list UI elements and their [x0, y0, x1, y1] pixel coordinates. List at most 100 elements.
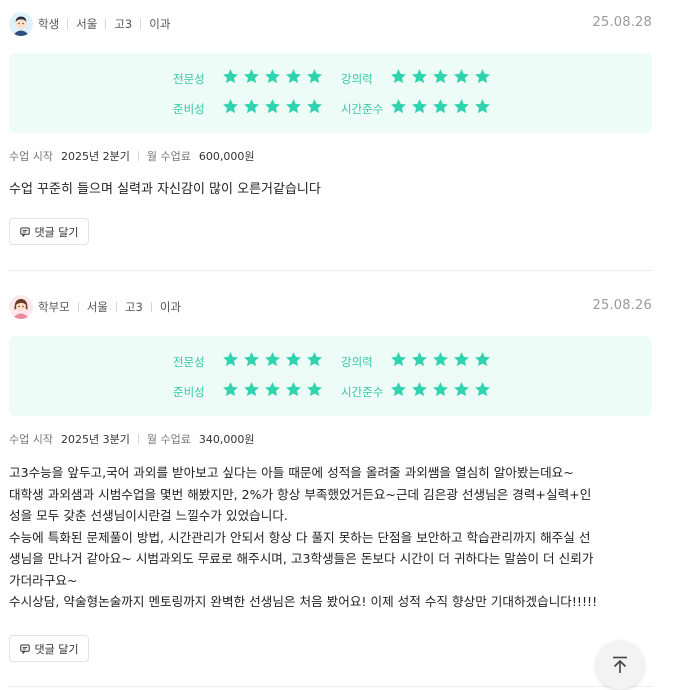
review-line: 대학생 과외샘과 시범수업을 몇번 해봤지만, 2%가 항상 부족했었거든요~근…	[9, 486, 592, 502]
star-icon	[433, 382, 448, 397]
reply-button[interactable]: 댓글 달기	[9, 635, 89, 662]
start-value: 2025년 3분기	[60, 433, 130, 446]
star-icon	[307, 382, 322, 397]
review-line: 고3수능을 앞두고,국어 과외를 받아보고 싶다는 아들 때문에 성적을 올려줄…	[9, 465, 574, 480]
star-icon	[286, 352, 301, 367]
fee-label: 월 수업료	[146, 150, 191, 163]
author-track: 이과	[149, 17, 171, 31]
lesson-info: 수업 시작 2025년 3분기 월 수업료 340,000원	[9, 431, 254, 447]
arrow-up-icon	[613, 656, 627, 673]
review-text: 수업 꾸준히 들으며 실력과 자신감이 많이 오른거같습니다	[9, 179, 652, 201]
star-icon	[454, 382, 469, 397]
star-icon	[223, 69, 238, 84]
author-type: 학생	[38, 17, 60, 31]
author-track: 이과	[159, 300, 181, 314]
star-icon	[244, 352, 259, 367]
review-header: 학부모 서울 고3 이과 25.08.26	[9, 295, 652, 321]
star-rating	[390, 351, 491, 368]
star-rating	[222, 351, 323, 368]
star-rating	[390, 68, 491, 85]
star-icon	[307, 352, 322, 367]
star-rating	[222, 68, 323, 85]
star-icon	[475, 382, 490, 397]
star-icon	[223, 352, 238, 367]
star-rating	[222, 381, 323, 398]
fee-value: 340,000원	[198, 433, 255, 446]
star-icon	[412, 99, 427, 114]
fee-label: 월 수업료	[146, 433, 191, 446]
fee-value: 600,000원	[198, 150, 255, 163]
start-value: 2025년 2분기	[60, 150, 130, 163]
star-icon	[244, 99, 259, 114]
star-icon	[265, 69, 280, 84]
rating-label: 강의력	[341, 72, 373, 86]
review-divider	[9, 686, 652, 687]
author-grade: 고3	[124, 300, 143, 314]
author-region: 서울	[86, 300, 108, 314]
review-date: 25.08.28	[592, 15, 652, 30]
star-rating	[390, 98, 491, 115]
review-text: 고3수능을 앞두고,국어 과외를 받아보고 싶다는 아들 때문에 성적을 올려줄…	[9, 462, 652, 613]
reply-button[interactable]: 댓글 달기	[9, 218, 89, 245]
parent-avatar-icon	[9, 295, 33, 319]
star-icon	[286, 69, 301, 84]
rating-label: 전문성	[173, 72, 205, 86]
author-grade: 고3	[114, 17, 133, 31]
rating-label: 강의력	[341, 355, 373, 369]
star-icon	[391, 382, 406, 397]
scroll-to-top-button[interactable]	[596, 641, 644, 689]
star-icon	[454, 69, 469, 84]
star-rating	[390, 381, 491, 398]
review-line: 가더라구요~	[9, 572, 78, 588]
star-icon	[286, 382, 301, 397]
star-icon	[391, 69, 406, 84]
star-icon	[475, 99, 490, 114]
star-icon	[433, 352, 448, 367]
star-rating	[222, 98, 323, 115]
star-icon	[391, 352, 406, 367]
author-meta: 학생 서울 고3 이과	[38, 16, 170, 32]
star-icon	[412, 352, 427, 367]
star-icon	[265, 352, 280, 367]
student-avatar-icon	[9, 12, 33, 36]
start-label: 수업 시작	[9, 433, 53, 446]
star-icon	[412, 382, 427, 397]
lesson-info: 수업 시작 2025년 2분기 월 수업료 600,000원	[9, 148, 254, 164]
review-line: 수능에 특화된 문제풀이 방법, 시간관리가 안되서 항상 다 풀지 못하는 단…	[9, 529, 591, 545]
rating-label: 시간준수	[341, 385, 384, 399]
star-icon	[286, 99, 301, 114]
star-icon	[433, 99, 448, 114]
author-type: 학부모	[38, 300, 70, 314]
reply-button-label: 댓글 달기	[34, 642, 79, 656]
star-icon	[265, 99, 280, 114]
author-region: 서울	[76, 17, 98, 31]
review-line: 수시상담, 약술형논술까지 멘토링까지 완벽한 선생님은 처음 봤어요! 이제 …	[9, 594, 598, 609]
review-line: 생님을 만나거 같아요~ 시범과외도 무료로 해주시며, 고3학생들은 돈보다 …	[9, 551, 594, 566]
star-icon	[244, 69, 259, 84]
review-date: 25.08.26	[592, 298, 652, 313]
rating-panel: 전문성 강의력 준비성 시간준수	[9, 53, 652, 133]
rating-label: 준비성	[173, 102, 205, 116]
star-icon	[265, 382, 280, 397]
star-icon	[412, 69, 427, 84]
rating-label: 준비성	[173, 385, 205, 399]
star-icon	[223, 99, 238, 114]
start-label: 수업 시작	[9, 150, 53, 163]
star-icon	[433, 69, 448, 84]
comment-icon	[19, 644, 30, 654]
star-icon	[475, 69, 490, 84]
star-icon	[307, 69, 322, 84]
rating-label: 전문성	[173, 355, 205, 369]
review-header: 학생 서울 고3 이과 25.08.28	[9, 12, 652, 38]
star-icon	[307, 99, 322, 114]
star-icon	[391, 99, 406, 114]
reply-button-label: 댓글 달기	[34, 225, 79, 239]
star-icon	[475, 352, 490, 367]
star-icon	[454, 352, 469, 367]
star-icon	[454, 99, 469, 114]
rating-label: 시간준수	[341, 102, 384, 116]
author-meta: 학부모 서울 고3 이과	[38, 299, 181, 315]
review-line: 수업 꾸준히 들으며 실력과 자신감이 많이 오른거같습니다	[9, 182, 321, 197]
review-divider	[9, 270, 652, 271]
comment-icon	[19, 227, 30, 237]
